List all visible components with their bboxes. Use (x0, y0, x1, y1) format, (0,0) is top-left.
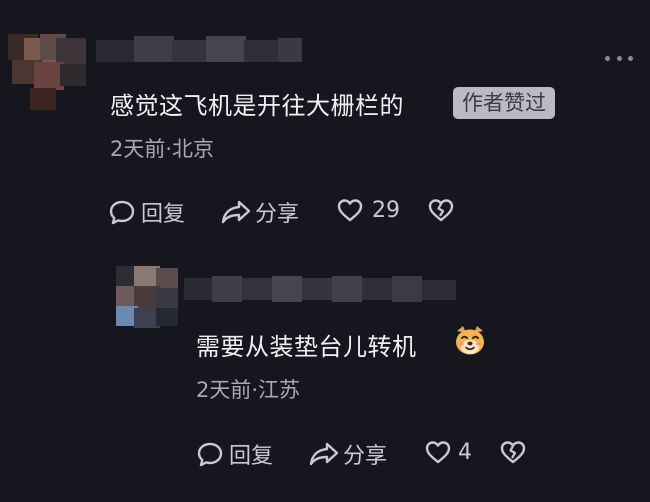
like-count: 4 (458, 439, 472, 465)
heart-icon (337, 199, 363, 222)
heart-icon (425, 441, 451, 464)
reply-username-blurred[interactable] (184, 276, 460, 304)
reply-label: 回复 (141, 202, 186, 227)
share-arrow-icon (309, 442, 339, 466)
share-label: 分享 (255, 202, 300, 227)
author-liked-badge: 作者赞过 (453, 87, 555, 119)
broken-heart-icon (428, 199, 454, 222)
comment-meta: 2天前·北京 (110, 137, 215, 161)
share-button[interactable]: 分享 (220, 196, 299, 228)
more-options-button[interactable] (605, 50, 633, 66)
dislike-button[interactable] (427, 196, 455, 224)
reply-like-button[interactable]: 4 (424, 438, 472, 466)
avatar[interactable] (4, 28, 94, 110)
share-label: 分享 (343, 444, 388, 469)
reply-share-button[interactable]: 分享 (308, 438, 387, 470)
like-button[interactable]: 29 (336, 196, 400, 224)
reply-reply-button[interactable]: 回复 (196, 438, 273, 470)
speech-bubble-icon (197, 442, 223, 467)
share-arrow-icon (221, 200, 251, 224)
comment-text: 感觉这飞机是开往大栅栏的 (110, 92, 404, 120)
reply-label: 回复 (229, 444, 274, 469)
dog-face-emoji (456, 326, 484, 355)
reply-text: 需要从装垫台儿转机 (196, 333, 417, 361)
like-count: 29 (372, 197, 400, 223)
username-blurred[interactable] (96, 36, 306, 66)
reply-meta: 2天前·江苏 (196, 378, 301, 402)
reply-dislike-button[interactable] (499, 438, 527, 466)
reply-avatar[interactable] (116, 266, 180, 328)
reply-button[interactable]: 回复 (108, 196, 185, 228)
more-dots-icon (605, 55, 610, 61)
broken-heart-icon (500, 441, 526, 464)
speech-bubble-icon (109, 200, 135, 225)
